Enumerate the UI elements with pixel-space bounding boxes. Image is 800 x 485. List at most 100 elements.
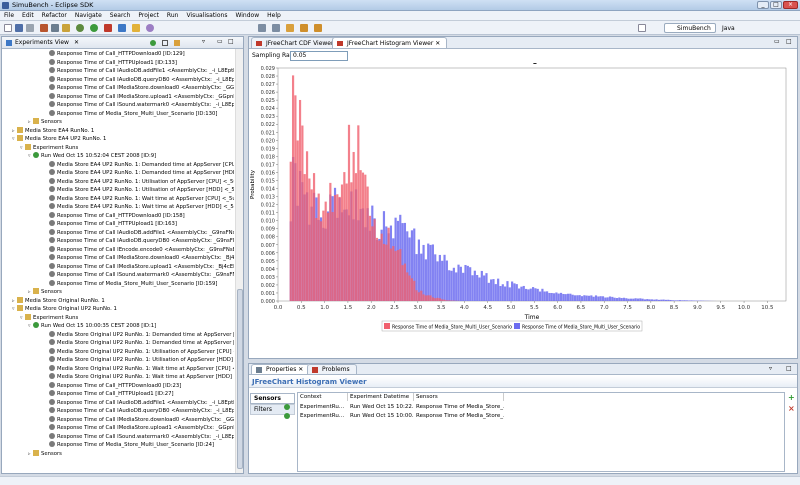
- tree-item[interactable]: ▹ Media Store EA4 RunNo. 1: [12, 126, 94, 135]
- search-icon[interactable]: [146, 24, 154, 32]
- maximize-editor-icon[interactable]: □: [786, 38, 792, 45]
- minimize-editor-icon[interactable]: ▭: [774, 38, 780, 45]
- minimize-button[interactable]: _: [757, 1, 769, 9]
- menu-refactor[interactable]: Refactor: [38, 11, 71, 21]
- tree-item[interactable]: Response Time of Call IMediaStore.downlo…: [44, 415, 234, 424]
- link-icon[interactable]: [174, 40, 180, 46]
- new-java-class-icon[interactable]: [118, 24, 126, 32]
- nav-forward-icon[interactable]: [314, 24, 322, 32]
- open-perspective-icon[interactable]: [638, 24, 646, 32]
- table-cell-datetime[interactable]: Run Wed Oct 15 10:22...: [350, 403, 414, 411]
- external-tools-icon[interactable]: [104, 24, 112, 32]
- tree-item[interactable]: Media Store Original UP2 RunNo. 1: Utili…: [44, 356, 234, 364]
- tree-item[interactable]: Media Store Original UP2 RunNo. 1: Utili…: [44, 347, 234, 356]
- tree-item[interactable]: Response Time of Call IMediaStore.upload…: [44, 262, 234, 271]
- back-icon[interactable]: [258, 24, 266, 32]
- tree-item[interactable]: Response Time of Media_Store_Multi_User_…: [44, 279, 217, 288]
- refresh-icon[interactable]: [150, 40, 156, 46]
- tree-item[interactable]: Media Store EA4 UP2 RunNo. 1: Utilisatio…: [44, 177, 234, 186]
- perspective-java[interactable]: Java: [709, 23, 740, 33]
- column-header-context[interactable]: Context: [300, 393, 348, 401]
- tree-item[interactable]: Response Time of Media_Store_Multi_User_…: [44, 109, 217, 118]
- grid-icon[interactable]: [62, 24, 70, 32]
- column-header-datetime[interactable]: Experiment Datetime: [348, 393, 414, 401]
- table-cell-sensor[interactable]: Response Time of Media_Store_...: [416, 412, 504, 420]
- menu-visualisations[interactable]: Visualisations: [182, 11, 231, 21]
- tree-item[interactable]: Response Time of Call IAudioDB.queryDB0 …: [44, 75, 234, 84]
- tree-item[interactable]: Response Time of Call IAudioDB.queryDB0 …: [44, 237, 234, 245]
- tree-item[interactable]: Media Store EA4 UP2 RunNo. 1: Demanded t…: [44, 169, 234, 177]
- tree-item[interactable]: Response Time of Call_HTTPUpload1 [ID:27…: [44, 390, 174, 398]
- close-icon[interactable]: ✕: [74, 39, 79, 46]
- nav-back-icon[interactable]: [300, 24, 308, 32]
- menu-project[interactable]: Project: [134, 11, 163, 21]
- collapse-all-icon[interactable]: [162, 40, 168, 46]
- tree-item[interactable]: Response Time of Call IAudioDB.addFile1 …: [44, 228, 234, 237]
- tree-item[interactable]: Media Store Original UP2 RunNo. 1: Deman…: [44, 330, 234, 339]
- tree-item[interactable]: Media Store EA4 UP2 RunNo. 1: Demanded t…: [44, 160, 234, 169]
- tree-item[interactable]: Media Store Original UP2 RunNo. 1: Deman…: [44, 339, 234, 347]
- add-icon[interactable]: +: [788, 393, 795, 402]
- close-button[interactable]: ×: [783, 1, 798, 9]
- last-edit-icon[interactable]: [286, 24, 294, 32]
- tree-item[interactable]: ▹ Sensors: [28, 449, 62, 458]
- column-header-sensors[interactable]: Sensors: [414, 393, 504, 401]
- forward-icon[interactable]: [272, 24, 280, 32]
- menu-navigate[interactable]: Navigate: [71, 11, 106, 21]
- tree-item[interactable]: Media Store EA4 UP2 RunNo. 1: Wait time …: [44, 194, 234, 203]
- tree-item[interactable]: Response Time of Call IAudioDB.queryDB0 …: [44, 407, 234, 415]
- table-cell-context[interactable]: ExperimentRu...: [300, 412, 348, 420]
- maximize-button[interactable]: □: [770, 1, 782, 9]
- maximize-view-icon[interactable]: □: [228, 38, 234, 45]
- table-cell-context[interactable]: ExperimentRu...: [300, 403, 348, 411]
- tree-item[interactable]: ▿ Experiment Runs: [20, 143, 78, 152]
- tab-problems[interactable]: Problems: [307, 364, 357, 374]
- side-tab-sensors[interactable]: Sensors: [250, 393, 295, 404]
- tree-item[interactable]: ▹ Sensors: [28, 288, 62, 296]
- minimize-view-icon[interactable]: ▭: [217, 38, 223, 45]
- tree-item[interactable]: Response Time of Call ISound.watermark0 …: [44, 271, 234, 279]
- tab-properties[interactable]: Properties ✕: [251, 364, 311, 374]
- view-menu-icon[interactable]: ▿: [769, 365, 772, 372]
- tree-item[interactable]: Response Time of Call IAudioDB.addFile1 …: [44, 67, 234, 75]
- tree-item[interactable]: Response Time of Call IAudioDB.addFile1 …: [44, 398, 234, 407]
- open-type-icon[interactable]: [132, 24, 140, 32]
- menu-file[interactable]: File: [0, 11, 18, 21]
- close-icon[interactable]: ✕: [298, 366, 303, 373]
- close-icon[interactable]: ✕: [435, 40, 440, 47]
- tree-item[interactable]: Response Time of Call IMediaStore.upload…: [44, 92, 234, 101]
- tab-cdf-viewer[interactable]: JFreeChart CDF Viewer: [251, 37, 341, 48]
- run-icon[interactable]: [90, 24, 98, 32]
- table-cell-sensor[interactable]: Response Time of Media_Store_...: [416, 403, 504, 411]
- view-menu-icon[interactable]: ▿: [202, 38, 205, 45]
- table-cell-datetime[interactable]: Run Wed Oct 15 10:00...: [350, 412, 414, 420]
- tree-item[interactable]: ▿ Media Store EA4 UP2 RunNo. 1: [12, 135, 106, 143]
- tree-item[interactable]: Response Time of Call IEncode.encode0 <A…: [44, 245, 234, 254]
- tree-item[interactable]: Media Store EA4 UP2 RunNo. 1: Utilisatio…: [44, 186, 234, 194]
- tree-item[interactable]: ▿ Media Store Original UP2 RunNo. 1: [12, 305, 117, 313]
- tree-item[interactable]: Response Time of Call IMediaStore.downlo…: [44, 254, 234, 262]
- tree-item[interactable]: Response Time of Call ISound.watermark0 …: [44, 101, 234, 109]
- tree-item[interactable]: Media Store EA4 UP2 RunNo. 1: Wait time …: [44, 203, 234, 211]
- tree-item[interactable]: ▹ Media Store Original RunNo. 1: [12, 296, 105, 305]
- tree-item[interactable]: Response Time of Call IMediaStore.downlo…: [44, 84, 234, 92]
- tree-scrollbar[interactable]: [235, 49, 243, 473]
- tab-histogram-viewer[interactable]: JFreeChart Histogram Viewer ✕: [332, 37, 448, 48]
- sampling-rate-input[interactable]: 0.05: [290, 51, 348, 61]
- tree-item[interactable]: ▿ Run Wed Oct 15 10:00:35 CEST 2008 [ID:1…: [28, 322, 156, 330]
- build-icon[interactable]: [40, 24, 48, 32]
- debug-icon[interactable]: [76, 24, 84, 32]
- tree-item[interactable]: ▹ Sensors: [28, 118, 62, 126]
- tree-item[interactable]: Response Time of Call IMediaStore.upload…: [44, 424, 234, 432]
- tree-item[interactable]: Response Time of Call ISound.watermark0 …: [44, 432, 234, 441]
- tree-item[interactable]: ▿ Experiment Runs: [20, 313, 78, 322]
- experiments-view-tab[interactable]: Experiments View ✕ ▿ ▭ □: [2, 37, 243, 49]
- tree-item[interactable]: ▿ Run Wed Oct 15 10:52:04 CEST 2008 [ID:9…: [28, 152, 156, 160]
- tree-item[interactable]: Response Time of Call_HTTPUpload1 [ID:16…: [44, 220, 177, 228]
- maximize-view-icon[interactable]: □: [786, 365, 792, 372]
- print-icon[interactable]: [26, 24, 34, 32]
- tree-item[interactable]: Response Time of Call_HTTPUpload1 [ID:13…: [44, 58, 177, 67]
- menu-search[interactable]: Search: [106, 11, 135, 21]
- save-icon[interactable]: [15, 24, 23, 32]
- menu-run[interactable]: Run: [163, 11, 183, 21]
